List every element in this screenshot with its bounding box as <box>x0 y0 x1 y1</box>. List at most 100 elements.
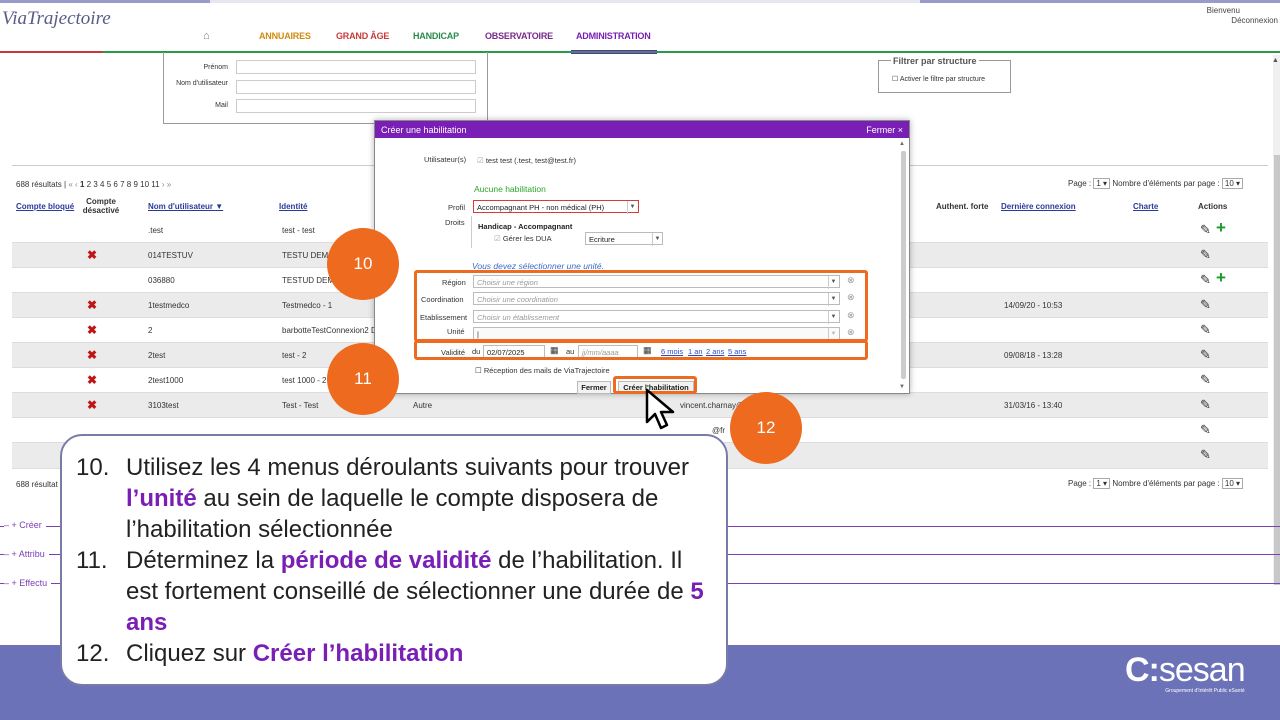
page-link[interactable]: 11 <box>151 180 159 189</box>
droits-title: Handicap - Accompagnant <box>478 222 573 231</box>
mail-label: Mail <box>215 102 228 109</box>
section-creer[interactable]: – + Créer <box>4 520 46 530</box>
cell-identity: barbotteTestConnexion2 D <box>282 326 377 335</box>
page-link[interactable]: 10 <box>140 180 149 189</box>
cell-username: 014TESTUV <box>148 251 193 260</box>
page-link[interactable]: 9 <box>133 180 137 189</box>
dialog-header: Créer une habilitation Fermer × <box>375 121 909 138</box>
cell-username: 1testmedco <box>148 301 190 310</box>
step-text-part: au sein de laquelle le compte disposera … <box>126 485 659 543</box>
table-row[interactable]: ✖ 3103test Test - Test Autre vincent.cha… <box>12 393 1268 418</box>
gerer-label: Gérer les DUA <box>502 234 552 243</box>
edit-icon[interactable]: ✎ <box>1200 322 1211 338</box>
logout-link[interactable]: Déconnexion <box>1231 16 1278 25</box>
viatrajectoire-logo[interactable]: ViaTrajectoire <box>2 8 111 30</box>
nom-input[interactable] <box>236 80 476 94</box>
nav-handicap[interactable]: HANDICAP <box>413 31 459 41</box>
col-nom-label: Nom d'utilisateur <box>148 202 214 211</box>
cell-username: 2test1000 <box>148 376 184 385</box>
per-page-label: Nombre d'éléments par page : <box>1112 479 1220 488</box>
nom-label: Nom d'utilisateur <box>176 80 228 87</box>
page-select[interactable]: 1 ▾ <box>1093 178 1111 189</box>
dialog-close-button[interactable]: Fermer × <box>866 125 903 135</box>
page-scrollbar-thumb[interactable] <box>1274 155 1280 585</box>
col-compte-bloque[interactable]: Compte bloqué <box>16 202 74 211</box>
gerer-dua[interactable]: ☑ Gérer les DUA <box>494 234 552 243</box>
scroll-up-icon[interactable]: ▲ <box>1272 57 1279 64</box>
mouse-pointer-icon <box>645 388 675 430</box>
home-icon[interactable]: ⌂ <box>203 30 210 42</box>
first-page-icon[interactable]: « <box>68 180 72 189</box>
page-link[interactable]: 3 <box>93 180 97 189</box>
per-page-select[interactable]: 10 ▾ <box>1221 478 1244 489</box>
step-11-badge: 11 <box>327 343 399 415</box>
nav-observatoire[interactable]: OBSERVATOIRE <box>485 31 553 41</box>
page-link[interactable]: 6 <box>113 180 117 189</box>
last-page-icon[interactable]: » <box>167 180 171 189</box>
chevron-down-icon[interactable]: ▼ <box>627 201 637 214</box>
edit-icon[interactable]: ✎ <box>1200 272 1211 288</box>
cell-username: 2test <box>148 351 166 360</box>
col-nom-utilisateur[interactable]: Nom d'utilisateur ▼ <box>148 202 223 211</box>
page-value: 1 <box>1096 179 1101 188</box>
prev-page-icon[interactable]: ‹ <box>75 180 78 189</box>
profil-value: Accompagnant PH - non médical (PH) <box>477 203 605 212</box>
edit-icon[interactable]: ✎ <box>1200 222 1211 238</box>
page-select[interactable]: 1 ▾ <box>1093 478 1111 489</box>
nav-annuaires[interactable]: ANNUAIRES <box>259 31 311 41</box>
per-page-value: 10 <box>1224 179 1234 188</box>
fermer-button[interactable]: Fermer <box>577 381 611 394</box>
per-page-select[interactable]: 10 ▾ <box>1221 178 1244 189</box>
users-value: ☑ test test (.test, test@test.fr) <box>477 156 576 165</box>
section-attribuer[interactable]: – + Attribu <box>4 549 49 559</box>
page-link[interactable]: 7 <box>120 180 124 189</box>
edit-icon[interactable]: ✎ <box>1200 297 1211 313</box>
profil-select[interactable]: Accompagnant PH - non médical (PH) <box>473 200 639 213</box>
edit-icon[interactable]: ✎ <box>1200 372 1211 388</box>
pagination: 688 résultats | « ‹ 1 2 3 4 5 6 7 8 9 10… <box>16 180 171 189</box>
prenom-input[interactable] <box>236 60 476 74</box>
cell-username: .test <box>148 226 164 235</box>
cell-identity: Test - Test <box>282 401 319 410</box>
cell-identity: test 1000 - 2 <box>282 376 327 385</box>
page-link[interactable]: 1 <box>80 180 84 189</box>
page-link[interactable]: 2 <box>87 180 91 189</box>
dialog-scrollbar[interactable] <box>901 151 906 379</box>
page-label: Page : <box>1068 179 1092 188</box>
nav-administration[interactable]: ADMINISTRATION <box>576 31 651 41</box>
edit-icon[interactable]: ✎ <box>1200 247 1211 263</box>
page-link[interactable]: 8 <box>127 180 131 189</box>
aucune-habilitation: Aucune habilitation <box>474 184 546 194</box>
disabled-x-icon: ✖ <box>87 348 98 362</box>
add-icon[interactable]: + <box>1216 218 1226 238</box>
filter-checkbox-label[interactable]: ☐ Activer le filtre par structure <box>892 75 985 83</box>
edit-icon[interactable]: ✎ <box>1200 347 1211 363</box>
page-link[interactable]: 4 <box>100 180 104 189</box>
instruction-step-10: 10. Utilisez les 4 menus déroulants suiva… <box>76 452 716 545</box>
per-page-value: 10 <box>1224 479 1234 488</box>
edit-icon[interactable]: ✎ <box>1200 422 1211 438</box>
cell-identity: test - 2 <box>282 351 307 360</box>
instruction-list: 10. Utilisez les 4 menus déroulants suiva… <box>76 452 716 669</box>
step-highlight: Créer l’habilitation <box>252 640 464 667</box>
section-effectuer[interactable]: – + Effectu <box>4 578 52 588</box>
add-icon[interactable]: + <box>1216 268 1226 288</box>
page-label: Page : <box>1068 479 1092 488</box>
next-page-icon[interactable]: › <box>162 180 165 189</box>
col-charte[interactable]: Charte <box>1133 202 1158 211</box>
col-derniere-connexion[interactable]: Dernière connexion <box>1001 202 1076 211</box>
dialog-scroll-up-icon[interactable]: ▲ <box>899 141 905 147</box>
reception-mails[interactable]: ☐ Réception des mails de ViaTrajectoire <box>475 366 610 375</box>
step-highlight: l’unité <box>126 485 197 512</box>
mail-input[interactable] <box>236 99 476 113</box>
prenom-label: Prénom <box>203 64 228 71</box>
disabled-x-icon: ✖ <box>87 323 98 337</box>
page-link[interactable]: 5 <box>107 180 111 189</box>
edit-icon[interactable]: ✎ <box>1200 447 1211 463</box>
col-identite[interactable]: Identité <box>279 202 307 211</box>
nav-grand-age[interactable]: GRAND ÂGE <box>336 31 389 41</box>
dialog-scroll-down-icon[interactable]: ▼ <box>899 384 905 390</box>
chevron-down-icon[interactable]: ▼ <box>652 233 662 246</box>
edit-icon[interactable]: ✎ <box>1200 397 1211 413</box>
top-header <box>0 0 1280 52</box>
